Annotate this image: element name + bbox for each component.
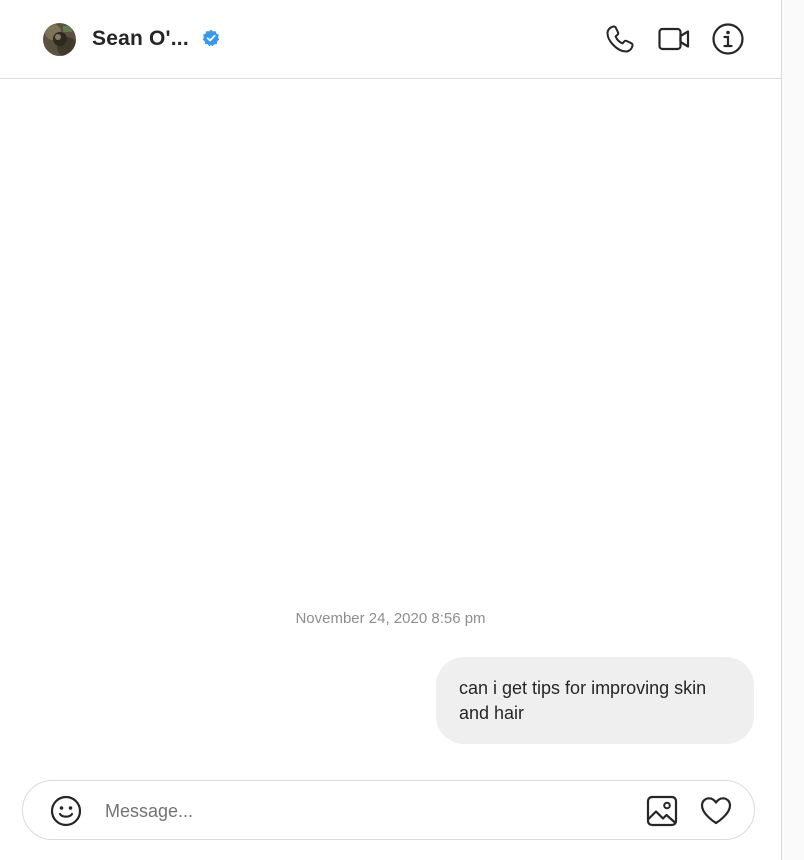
profile-link[interactable]: Sean O'... [43,22,220,56]
direct-message-pane: Sean O'... November 24, 2020 8:56 pm can… [0,0,782,860]
image-icon [646,795,678,827]
username[interactable]: Sean O'... [92,27,189,51]
header-actions [603,22,745,56]
verified-badge-icon [202,29,220,47]
emoji-icon [50,795,82,827]
phone-icon [606,25,634,53]
video-call-button[interactable] [657,22,691,56]
message-timestamp: November 24, 2020 8:56 pm [295,610,486,627]
conversation-header: Sean O'... [0,0,781,79]
heart-icon [700,797,732,825]
message-input[interactable] [105,795,605,827]
page-scroll-area [782,0,804,860]
message-composer [22,780,755,840]
audio-call-button[interactable] [603,22,637,56]
avatar[interactable] [43,22,76,56]
info-icon [712,23,744,55]
add-photo-button[interactable] [645,794,679,828]
sent-message-bubble[interactable]: can i get tips for improving skin and ha… [436,657,754,744]
like-button[interactable] [699,794,733,828]
conversation-info-button[interactable] [711,22,745,56]
video-camera-icon [658,27,690,51]
emoji-button[interactable] [49,794,83,828]
